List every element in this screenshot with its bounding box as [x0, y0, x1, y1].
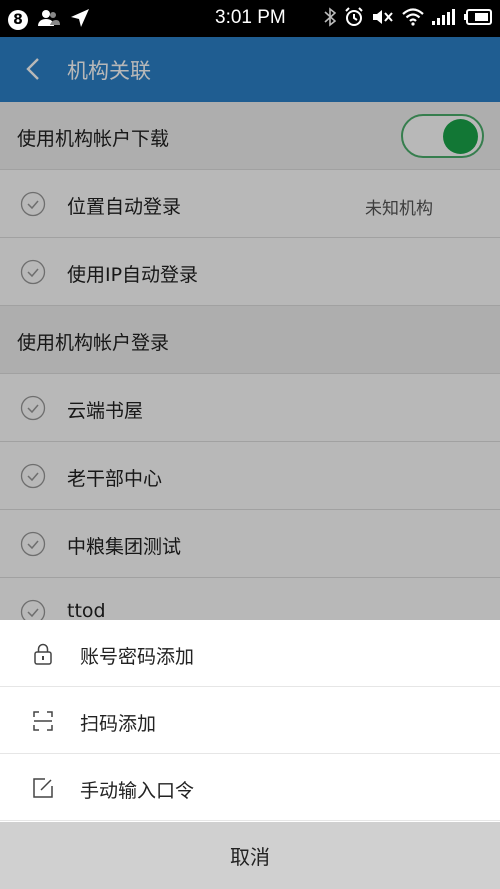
- clock: 3:01 PM: [215, 7, 286, 28]
- notification-badge: 8: [8, 10, 28, 30]
- mute-icon: [372, 8, 394, 26]
- edit-icon: [32, 777, 54, 799]
- add-account-sheet: 账号密码添加 扫码添加 手动输入口令 取消: [0, 620, 500, 889]
- option-label: 扫码添加: [80, 713, 157, 735]
- wifi-icon: [402, 8, 424, 26]
- option-label: 账号密码添加: [80, 646, 195, 668]
- contacts-icon: [38, 9, 60, 31]
- status-bar: 8 3:01 PM: [0, 0, 500, 37]
- signal-icon: [432, 8, 456, 26]
- scan-icon: [32, 710, 54, 732]
- lock-icon: [32, 643, 54, 665]
- location-arrow-icon: [70, 8, 90, 32]
- manual-token-option[interactable]: 手动输入口令: [0, 754, 500, 821]
- option-label: 手动输入口令: [80, 780, 195, 802]
- cancel-button[interactable]: 取消: [0, 822, 500, 889]
- bluetooth-icon: [324, 7, 336, 27]
- battery-icon: [464, 9, 492, 25]
- add-by-password-option[interactable]: 账号密码添加: [0, 620, 500, 687]
- add-by-scan-option[interactable]: 扫码添加: [0, 687, 500, 754]
- alarm-icon: [344, 7, 364, 27]
